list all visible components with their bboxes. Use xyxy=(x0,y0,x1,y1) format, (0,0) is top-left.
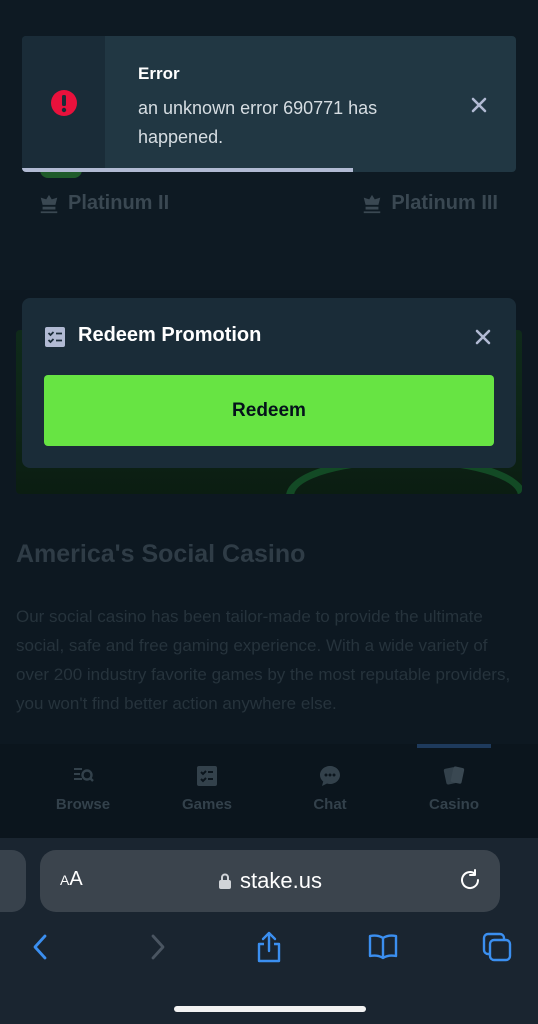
lock-icon xyxy=(219,873,232,889)
toast-timer-progress xyxy=(22,168,353,172)
bottom-nav: Browse Games Chat Casino xyxy=(0,744,538,840)
toast-title: Error xyxy=(138,64,180,83)
nav-item-games[interactable]: Games xyxy=(157,764,257,813)
redeem-button[interactable]: Redeem xyxy=(44,375,494,446)
tier-next-label: Platinum III xyxy=(391,192,498,214)
address-bar[interactable]: AA stake.us xyxy=(40,850,500,912)
nav-item-label: Casino xyxy=(428,796,479,813)
close-icon[interactable] xyxy=(474,328,492,346)
url-text: stake.us xyxy=(240,868,322,893)
toast-message: an unknown error 690771 has happened. xyxy=(138,98,378,147)
nav-item-label: Browse xyxy=(55,796,111,813)
games-icon xyxy=(197,766,217,786)
close-icon[interactable] xyxy=(470,96,488,114)
share-icon[interactable] xyxy=(252,930,286,964)
forward-icon[interactable] xyxy=(140,930,174,964)
section-body: Our social casino has been tailor-made t… xyxy=(16,607,511,713)
nav-item-chat[interactable]: Chat xyxy=(280,764,380,813)
tier-current-label: Platinum II xyxy=(68,192,170,214)
url-display[interactable]: stake.us xyxy=(40,868,500,894)
crown-icon xyxy=(364,194,381,213)
bookmarks-icon[interactable] xyxy=(366,930,400,964)
browser-toolbar: AA stake.us xyxy=(0,838,538,1024)
redeem-promotion-modal: Redeem Promotion Redeem xyxy=(22,298,516,468)
checklist-icon xyxy=(45,327,65,347)
previous-tab-preview[interactable] xyxy=(0,850,26,912)
crown-icon xyxy=(40,194,58,213)
modal-title: Redeem Promotion xyxy=(78,324,262,346)
browse-icon xyxy=(74,768,94,782)
tier-next: Platinum III xyxy=(361,192,498,215)
tabs-icon[interactable] xyxy=(480,930,514,964)
nav-active-indicator xyxy=(417,744,491,748)
nav-item-casino[interactable]: Casino xyxy=(404,764,504,813)
back-icon[interactable] xyxy=(24,930,58,964)
casino-icon xyxy=(443,766,465,785)
nav-item-browse[interactable]: Browse xyxy=(33,764,133,813)
error-toast: Error an unknown error 690771 has happen… xyxy=(22,36,516,172)
section-title: America's Social Casino xyxy=(16,540,306,568)
home-indicator xyxy=(174,1006,366,1012)
error-icon xyxy=(51,90,77,116)
tier-current: Platinum II xyxy=(38,192,169,215)
nav-item-label: Chat xyxy=(313,796,347,813)
reload-icon[interactable] xyxy=(458,868,482,892)
chat-icon xyxy=(320,766,340,786)
nav-item-label: Games xyxy=(181,796,233,813)
toast-icon-container xyxy=(22,36,105,172)
